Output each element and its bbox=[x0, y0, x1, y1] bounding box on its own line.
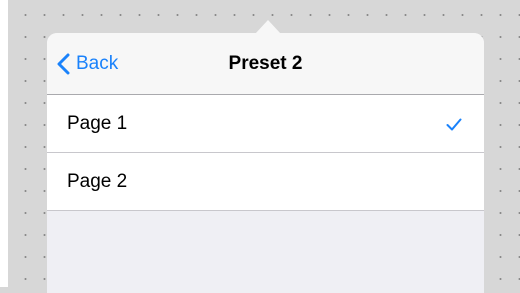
list-item-page-2[interactable]: Page 2 bbox=[47, 153, 484, 211]
preset-popover: Back Preset 2 Page 1 Page 2 bbox=[47, 33, 484, 293]
list-item-label: Page 2 bbox=[67, 171, 128, 192]
popover-arrow bbox=[255, 20, 281, 34]
page-title: Preset 2 bbox=[228, 53, 303, 74]
checkmark-icon bbox=[446, 118, 462, 131]
page-list: Page 1 Page 2 bbox=[47, 95, 484, 211]
list-item-label: Page 1 bbox=[67, 113, 128, 134]
list-item-page-1[interactable]: Page 1 bbox=[47, 95, 484, 153]
left-edge bbox=[0, 0, 8, 287]
navigation-bar: Back Preset 2 bbox=[47, 33, 484, 95]
